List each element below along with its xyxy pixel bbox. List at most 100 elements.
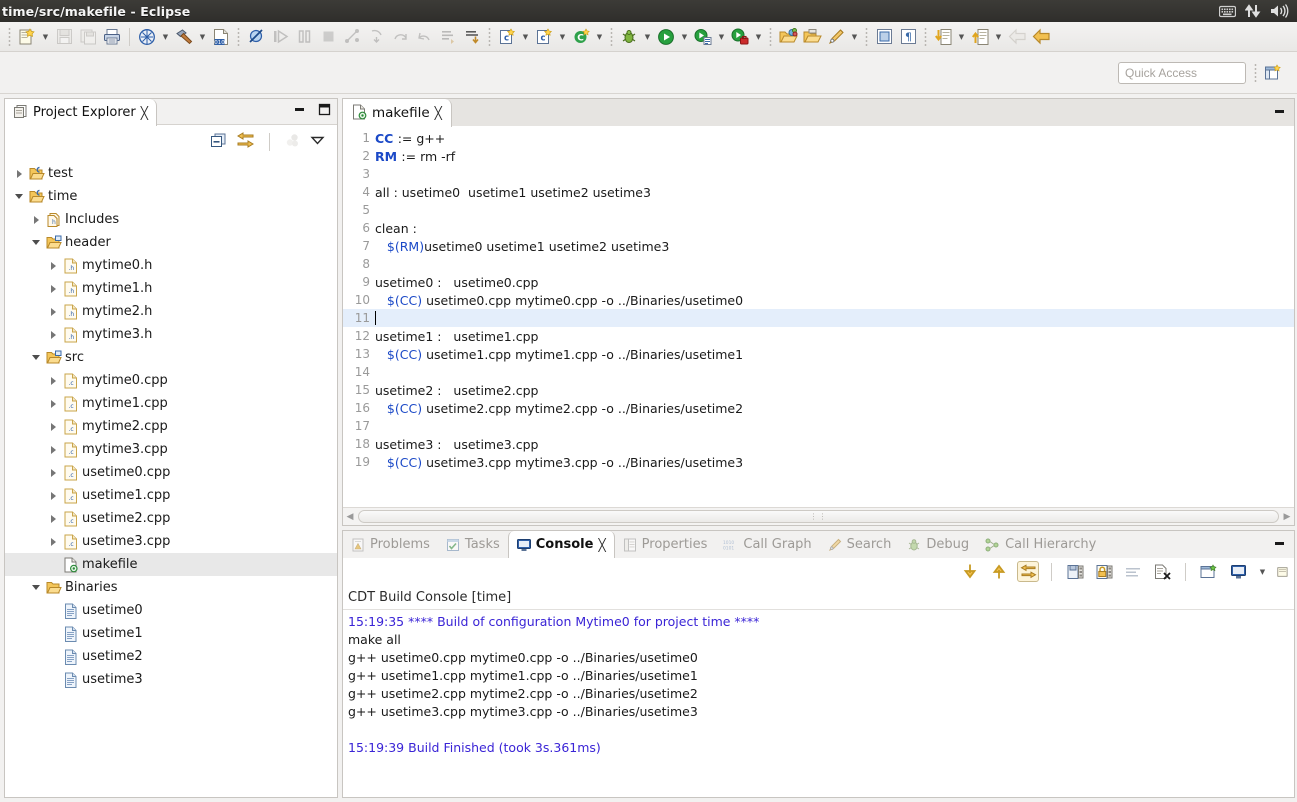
code-line[interactable]: 15 usetime2 : usetime2.cpp	[343, 381, 1294, 399]
network-icon[interactable]	[1245, 4, 1261, 18]
code-line[interactable]: 12 usetime1 : usetime1.cpp	[343, 327, 1294, 345]
tab-problems[interactable]: Problems	[343, 531, 438, 558]
code-line[interactable]: 1 CC := g++	[343, 129, 1294, 147]
tree-item-src[interactable]: src	[5, 346, 337, 369]
code-line[interactable]: 16 $(CC) usetime2.cpp mytime2.cpp -o ../…	[343, 399, 1294, 417]
tree-item-binaries[interactable]: Binaries	[5, 576, 337, 599]
console-output[interactable]: 15:19:35 **** Build of configuration Myt…	[343, 610, 1294, 758]
close-icon[interactable]: ╳	[141, 106, 148, 120]
tab-properties[interactable]: Properties	[615, 531, 716, 558]
save-console-icon[interactable]	[1064, 561, 1086, 582]
search-dropdown-icon[interactable]: ▼	[848, 25, 861, 49]
chevron-right-icon[interactable]	[45, 261, 61, 270]
profile-icon[interactable]	[691, 25, 715, 49]
tree-item-usetime1-cpp[interactable]: .c usetime1.cpp	[5, 484, 337, 507]
editor-horizontal-scrollbar[interactable]: ◀ ⋮⋮ ▶	[343, 507, 1294, 525]
show-whitespace-icon[interactable]: ¶	[896, 25, 920, 49]
new-c-file-icon[interactable]: C	[569, 25, 593, 49]
chevron-right-icon[interactable]	[45, 399, 61, 408]
chevron-right-icon[interactable]	[45, 491, 61, 500]
tree-item-mytime1-h[interactable]: .h mytime1.h	[5, 277, 337, 300]
chevron-right-icon[interactable]	[28, 215, 44, 224]
tree-item-header[interactable]: header	[5, 231, 337, 254]
code-line[interactable]: 5	[343, 201, 1294, 219]
tree-item-usetime2[interactable]: usetime2	[5, 645, 337, 668]
new-c-project-icon[interactable]: c	[495, 25, 519, 49]
chevron-down-icon[interactable]	[28, 585, 44, 590]
tree-item-mytime0-cpp[interactable]: .c mytime0.cpp	[5, 369, 337, 392]
volume-icon[interactable]	[1270, 4, 1289, 18]
scroll-left-icon[interactable]: ◀	[343, 512, 357, 522]
code-line[interactable]: 3	[343, 165, 1294, 183]
tree-item-usetime1[interactable]: usetime1	[5, 622, 337, 645]
forward-icon[interactable]	[1029, 25, 1053, 49]
perspective-drag-handle[interactable]	[1254, 62, 1257, 83]
tree-item-mytime1-cpp[interactable]: .c mytime1.cpp	[5, 392, 337, 415]
tree-item-mytime3-cpp[interactable]: .c mytime3.cpp	[5, 438, 337, 461]
close-icon[interactable]: ╳	[435, 106, 442, 120]
editor-minimize-icon[interactable]	[1273, 105, 1286, 121]
code-line[interactable]: 14	[343, 363, 1294, 381]
tab-project-explorer[interactable]: Project Explorer ╳	[5, 99, 157, 126]
code-line[interactable]: 2 RM := rm -rf	[343, 147, 1294, 165]
print-icon[interactable]	[100, 25, 124, 49]
tree-item-usetime0-cpp[interactable]: .c usetime0.cpp	[5, 461, 337, 484]
new-c-project-dropdown-icon[interactable]: ▼	[519, 25, 532, 49]
toolbar-drag-handle-7[interactable]	[924, 26, 927, 47]
run-last-tool-dropdown-icon[interactable]: ▼	[752, 25, 765, 49]
drop-to-frame-icon[interactable]	[460, 25, 484, 49]
close-icon[interactable]: ╳	[598, 538, 605, 552]
code-line[interactable]: 18 usetime3 : usetime3.cpp	[343, 435, 1294, 453]
console-minimize-icon[interactable]	[1273, 537, 1286, 553]
new-wizard-dropdown-icon[interactable]: ▼	[39, 25, 52, 49]
open-console-icon[interactable]	[1276, 561, 1292, 582]
open-folder-icon[interactable]	[800, 25, 824, 49]
chevron-right-icon[interactable]	[45, 376, 61, 385]
new-wizard-icon[interactable]	[15, 25, 39, 49]
word-wrap-icon[interactable]	[1122, 561, 1144, 582]
chevron-right-icon[interactable]	[45, 422, 61, 431]
chevron-right-icon[interactable]	[11, 169, 27, 178]
toggle-block-selection-icon[interactable]	[872, 25, 896, 49]
toolbar-drag-handle[interactable]	[8, 26, 11, 47]
code-line[interactable]: 8	[343, 255, 1294, 273]
tab-call-hierarchy[interactable]: Call Hierarchy	[977, 531, 1104, 558]
new-c-file-dropdown-icon[interactable]: ▼	[593, 25, 606, 49]
code-line[interactable]: 9 usetime0 : usetime0.cpp	[343, 273, 1294, 291]
new-console-view-icon[interactable]	[1198, 561, 1220, 582]
maximize-icon[interactable]	[318, 103, 331, 119]
lock-console-icon[interactable]	[1093, 561, 1115, 582]
tree-item-test[interactable]: test	[5, 162, 337, 185]
code-line[interactable]: 10 $(CC) usetime0.cpp mytime0.cpp -o ../…	[343, 291, 1294, 309]
tab-tasks[interactable]: Tasks	[438, 531, 508, 558]
code-line[interactable]: 11	[343, 309, 1294, 327]
toolbar-drag-handle-3[interactable]	[488, 26, 491, 47]
new-c-class-icon[interactable]: c	[532, 25, 556, 49]
next-annotation-icon[interactable]	[931, 25, 955, 49]
view-menu-icon[interactable]	[310, 134, 325, 150]
project-tree[interactable]: test time h Includes header .h mytime0.h .h myti…	[5, 160, 337, 797]
next-annotation-dropdown-icon[interactable]: ▼	[955, 25, 968, 49]
run-icon[interactable]	[654, 25, 678, 49]
new-c-class-dropdown-icon[interactable]: ▼	[556, 25, 569, 49]
search-pen-icon[interactable]	[824, 25, 848, 49]
scroll-right-icon[interactable]: ▶	[1280, 512, 1294, 522]
chevron-right-icon[interactable]	[45, 330, 61, 339]
code-line[interactable]: 19 $(CC) usetime3.cpp mytime3.cpp -o ../…	[343, 453, 1294, 471]
scroll-up-icon[interactable]	[988, 561, 1010, 582]
tree-item-makefile[interactable]: makefile	[5, 553, 337, 576]
binary-file-icon[interactable]: 010	[209, 25, 233, 49]
previous-annotation-icon[interactable]	[968, 25, 992, 49]
chevron-down-icon[interactable]	[28, 355, 44, 360]
toolbar-drag-handle-4[interactable]	[610, 26, 613, 47]
tab-makefile[interactable]: makefile ╳	[343, 99, 452, 127]
tree-item-mytime2-cpp[interactable]: .c mytime2.cpp	[5, 415, 337, 438]
debug-dropdown-icon[interactable]: ▼	[641, 25, 654, 49]
debug-bug-icon[interactable]	[617, 25, 641, 49]
tree-item-usetime3-cpp[interactable]: .c usetime3.cpp	[5, 530, 337, 553]
code-line[interactable]: 13 $(CC) usetime1.cpp mytime1.cpp -o ../…	[343, 345, 1294, 363]
chevron-right-icon[interactable]	[45, 307, 61, 316]
tree-item-includes[interactable]: h Includes	[5, 208, 337, 231]
scroll-down-icon[interactable]	[959, 561, 981, 582]
toolbar-drag-handle-6[interactable]	[865, 26, 868, 47]
